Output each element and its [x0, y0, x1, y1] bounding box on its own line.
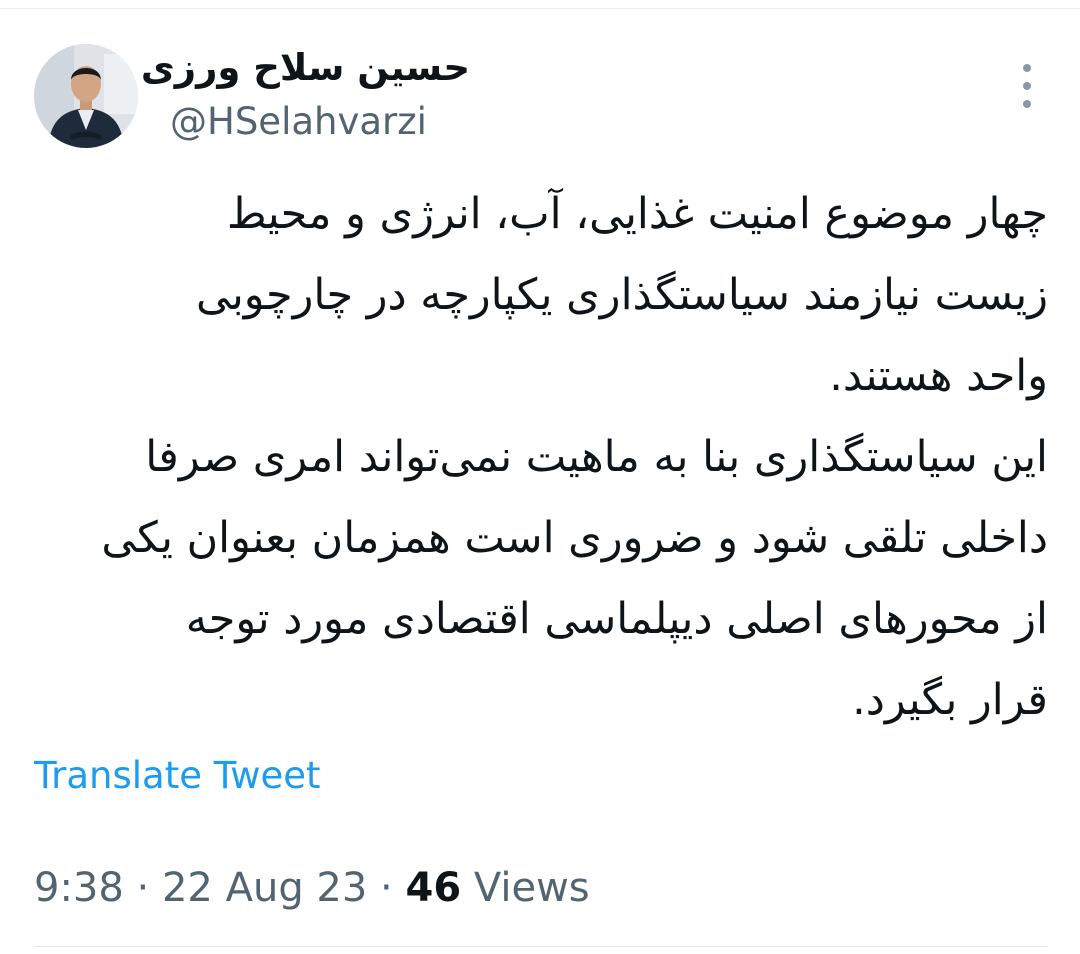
- more-dot: [1023, 82, 1031, 90]
- bottom-divider: [34, 946, 1048, 947]
- avatar[interactable]: [34, 44, 138, 148]
- tweet-line: داخلی تلقی شود و ضروری است همزمان بعنوان…: [101, 513, 1048, 563]
- tweet-time[interactable]: 9:38: [34, 865, 124, 911]
- tweet-text: چهار موضوع امنیت غذایی، آب، انرژی و محیط…: [30, 174, 1048, 741]
- tweet-date[interactable]: 22 Aug 23: [162, 865, 367, 911]
- meta-separator: ·: [136, 865, 150, 911]
- translate-tweet-link[interactable]: Translate Tweet: [34, 752, 321, 800]
- top-divider: [0, 8, 1080, 9]
- more-dot: [1023, 64, 1031, 72]
- tweet-meta: 9:38 · 22 Aug 23 · 46 Views: [34, 862, 590, 914]
- views-count[interactable]: 46: [405, 865, 461, 911]
- views-label: Views: [473, 865, 590, 911]
- author-handle[interactable]: @HSelahvarzi: [170, 98, 427, 146]
- tweet-line: قرار بگیرد.: [852, 675, 1048, 725]
- tweet-line: از محورهای اصلی دیپلماسی اقتصادی مورد تو…: [185, 594, 1048, 644]
- author-display-name[interactable]: حسین سلاح ورزی: [141, 44, 470, 92]
- tweet-line: این سیاستگذاری بنا به ماهیت نمی‌تواند ام…: [145, 432, 1048, 482]
- tweet-line: زیست نیازمند سیاستگذاری یکپارچه در چارچو…: [195, 270, 1048, 320]
- tweet-card: حسین سلاح ورزی @HSelahvarzi چهار موضوع ا…: [0, 0, 1080, 954]
- tweet-line: چهار موضوع امنیت غذایی، آب، انرژی و محیط: [226, 189, 1048, 239]
- tweet-line: واحد هستند.: [829, 351, 1048, 401]
- meta-separator: ·: [380, 865, 393, 911]
- more-dot: [1023, 100, 1031, 108]
- more-vertical-icon[interactable]: [1010, 64, 1044, 108]
